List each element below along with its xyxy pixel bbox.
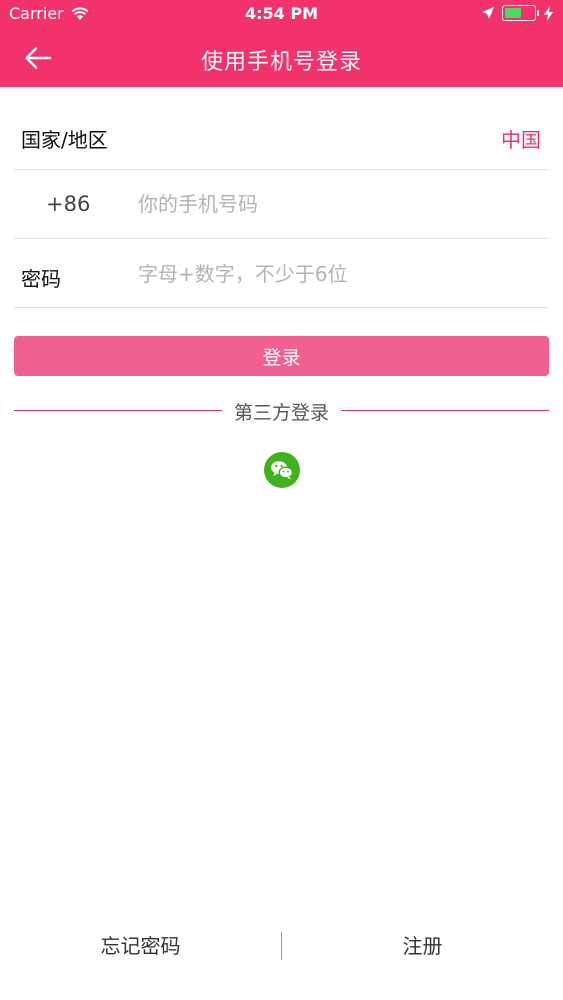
password-input[interactable]: [138, 260, 538, 288]
phone-input[interactable]: [138, 190, 538, 218]
battery-icon: [502, 5, 539, 21]
third-party-label: 第三方登录: [233, 402, 329, 424]
country-code[interactable]: +86: [46, 192, 90, 216]
location-arrow-icon: [482, 7, 494, 19]
status-bar: Carrier 4:54 PM: [0, 0, 563, 30]
country-label: 国家/地区: [21, 128, 108, 152]
status-right-group: [482, 5, 553, 21]
page-title: 使用手机号登录: [200, 50, 362, 75]
forgot-password-button[interactable]: 忘记密码: [0, 922, 281, 970]
country-row[interactable]: 国家/地区 中国: [14, 87, 549, 170]
wechat-icon: [271, 461, 294, 480]
third-party-divider: 第三方登录: [14, 398, 549, 424]
charging-bolt-icon: [544, 5, 553, 21]
country-value: 中国: [501, 128, 541, 152]
nav-bar: 使用手机号登录: [0, 30, 563, 87]
register-button[interactable]: 注册: [282, 922, 563, 970]
divider-line-right: [341, 410, 549, 411]
battery-level: [505, 8, 521, 18]
wechat-login-button[interactable]: [264, 452, 300, 488]
login-button[interactable]: 登录: [14, 336, 549, 376]
password-row: 密码: [14, 239, 549, 308]
status-time: 4:54 PM: [244, 4, 318, 23]
bottom-bar: 忘记密码 注册: [0, 922, 563, 970]
phone-row: +86: [14, 170, 549, 239]
password-label: 密码: [21, 267, 61, 291]
